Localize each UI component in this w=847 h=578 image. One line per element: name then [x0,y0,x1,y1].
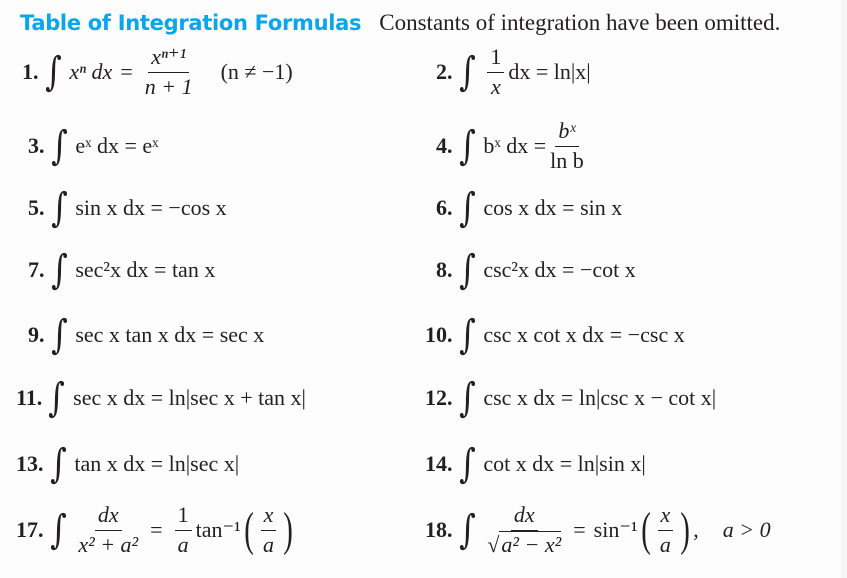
numerator: bˣ [555,119,579,147]
formula-number: 8. [436,257,453,282]
fraction: bˣ ln b [550,119,584,173]
formula-number: 6. [436,195,453,220]
formula-number: 5. [28,195,45,220]
formula-body: cot x dx = ln|sin x| [483,451,646,476]
fraction: 1 a [174,503,192,557]
formula-body: csc²x dx = −cot x [483,257,636,282]
formula-12: 12. ∫ csc x dx = ln|csc x − cot x| [425,368,716,428]
formula-number: 10. [425,322,453,347]
formula-rest: dx = ln|x| [508,59,591,84]
formula-10: 10. ∫ csc x cot x dx = −csc x [425,305,685,365]
formula-5: 5. ∫ sin x dx = −cos x [28,178,227,238]
formula-number: 12. [425,385,453,410]
numerator: 1 [174,503,192,531]
formula-17: 17. ∫ dx x² + a² = 1 a tan⁻¹ ( x a ) [16,502,294,557]
formula-4: 4. ∫ bˣ dx = bˣ ln b [436,116,588,176]
formula-number: 9. [28,322,45,347]
radicand: a² − x² [499,530,562,557]
fraction: dx √a² − x² [487,503,562,557]
formula-number: 7. [28,257,45,282]
formula-18: 18. ∫ dx √a² − x² = sin⁻¹ ( x a ), a > 0 [425,502,771,557]
integral-sign-icon: ∫ [458,123,476,169]
formula-8: 8. ∫ csc²x dx = −cot x [436,240,636,300]
formula-number: 14. [425,451,453,476]
integral-sign-icon: ∫ [44,49,62,95]
formula-body: tan x dx = ln|sec x| [74,451,240,476]
integral-sign-icon: ∫ [458,441,476,487]
page-title: Table of Integration Formulas [20,11,362,35]
formula-body: eˣ dx = eˣ [75,133,159,158]
fraction: xⁿ⁺¹ n + 1 [144,45,193,99]
denominator: ln b [550,147,584,173]
integral-sign-icon: ∫ [50,185,68,231]
formula-7: 7. ∫ sec²x dx = tan x [28,240,215,300]
formula-body: sec²x dx = tan x [75,257,216,282]
formula-14: 14. ∫ cot x dx = ln|sin x| [425,434,646,494]
formula-number: 3. [28,133,45,158]
integral-sign-icon: ∫ [50,123,68,169]
formula-1: 1. ∫ xⁿ dx = xⁿ⁺¹ n + 1 (n ≠ −1) [22,44,293,99]
formula-13: 13. ∫ tan x dx = ln|sec x| [16,434,239,494]
formula-11: 11. ∫ sec x dx = ln|sec x + tan x| [16,368,306,428]
formula-6: 6. ∫ cos x dx = sin x [436,178,622,238]
formula-9: 9. ∫ sec x tan x dx = sec x [28,305,264,365]
fraction: x a [657,503,674,557]
integral-sign-icon: ∫ [49,441,67,487]
condition: a > 0 [722,517,771,542]
integral-sign-icon: ∫ [458,49,476,95]
formula-number: 11. [16,385,43,410]
formula-body: cos x dx = sin x [483,195,623,220]
denominator: a [659,531,671,557]
numerator: x [657,503,674,531]
function-name: tan⁻¹ [195,517,241,542]
formula-body: sec x tan x dx = sec x [75,322,265,347]
sqrt-icon: √ [487,531,500,557]
formula-body: sec x dx = ln|sec x + tan x| [73,385,306,410]
fraction: x a [260,503,277,557]
function-name: sin⁻¹ [593,517,638,542]
formula-number: 4. [436,133,453,158]
integral-sign-icon: ∫ [50,247,68,293]
numerator: 1 [487,45,505,73]
formula-body: csc x dx = ln|csc x − cot x| [483,385,717,410]
page-subtitle: Constants of integration have been omitt… [379,10,781,35]
denominator: a [263,531,275,557]
integral-sign-icon: ∫ [48,375,66,421]
formula-body: csc x cot x dx = −csc x [483,322,685,347]
formula-number: 13. [16,451,44,476]
denominator: n + 1 [144,73,193,99]
formula-number: 18. [425,517,453,542]
numerator: dx [510,503,538,531]
numerator: x [260,503,277,531]
integral-sign-icon: ∫ [458,507,476,553]
formula-number: 17. [16,517,44,542]
integrand: xⁿ dx [69,59,113,84]
formula-number: 2. [436,59,453,84]
integral-sign-icon: ∫ [50,312,68,358]
integrand: bˣ dx = [483,133,547,158]
header: Table of Integration Formulas Constants … [20,10,780,36]
numerator: dx [94,503,122,531]
integral-sign-icon: ∫ [458,312,476,358]
denominator: x [490,73,501,99]
integral-sign-icon: ∫ [458,375,476,421]
formula-2: 2. ∫ 1 x dx = ln|x| [436,42,591,102]
formula-3: 3. ∫ eˣ dx = eˣ [28,116,159,176]
formula-body: sin x dx = −cos x [75,195,227,220]
page-edge [841,0,847,578]
denominator: x² + a² [78,531,139,557]
formula-number: 1. [22,59,39,84]
condition: (n ≠ −1) [220,59,293,84]
integral-sign-icon: ∫ [458,247,476,293]
numerator: xⁿ⁺¹ [148,45,190,73]
integral-sign-icon: ∫ [49,507,67,553]
fraction: 1 x [487,45,505,99]
denominator: a [177,531,189,557]
fraction: dx x² + a² [78,503,139,557]
integral-sign-icon: ∫ [458,185,476,231]
denominator: √a² − x² [487,530,562,557]
